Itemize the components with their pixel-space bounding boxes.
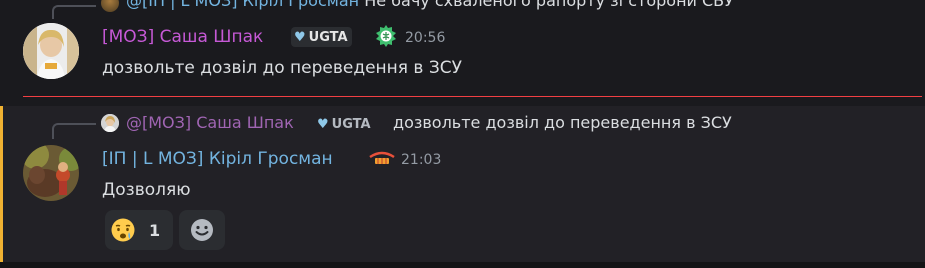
guild-tag-label: UGTA — [308, 29, 348, 45]
reply-connector — [52, 5, 96, 19]
reply-connector — [52, 123, 96, 139]
message-content: дозвольте дозвіл до переведення в ЗСУ — [102, 58, 462, 78]
reply-avatar[interactable] — [101, 114, 119, 132]
role-icon[interactable] — [368, 149, 396, 167]
reply-guild-tag[interactable]: ♥ UGTA — [314, 114, 375, 134]
username[interactable]: [МОЗ] Саша Шпак — [102, 27, 263, 47]
heart-icon: ♥ — [294, 29, 306, 45]
reply-content[interactable]: Не бачу схваленого рапорту зі сторони СБ… — [364, 0, 734, 10]
add-reaction-icon — [191, 219, 213, 241]
heart-icon: ♥ — [317, 116, 329, 132]
reply-author[interactable]: @[МОЗ] Саша Шпак — [126, 113, 294, 132]
avatar[interactable] — [23, 23, 79, 79]
crying-face-icon — [111, 218, 135, 242]
reaction-crying[interactable]: 1 — [105, 210, 173, 250]
avatar-photo — [23, 145, 79, 201]
reaction-count: 1 — [149, 220, 161, 240]
avatar-photo — [23, 23, 79, 79]
username[interactable]: [ІП | L МОЗ] Кіріл Гросман — [102, 149, 333, 169]
reply-guild-tag-label: UGTA — [331, 116, 371, 132]
message-content: Дозволяю — [102, 180, 191, 200]
mention-accent-bar — [0, 106, 3, 268]
reply-avatar[interactable] — [101, 0, 119, 12]
guild-tag[interactable]: ♥ UGTA — [291, 27, 352, 47]
avatar[interactable] — [23, 145, 79, 201]
add-reaction-button[interactable] — [179, 210, 225, 250]
timestamp[interactable]: 21:03 — [401, 152, 441, 168]
role-icon[interactable] — [375, 24, 397, 48]
reply-author[interactable]: @[ІП | L МОЗ] Кіріл Гросман — [126, 0, 359, 10]
reply-content[interactable]: дозвольте дозвіл до переведення в ЗСУ — [393, 113, 732, 132]
new-messages-divider — [23, 96, 922, 97]
timestamp[interactable]: 20:56 — [405, 30, 445, 46]
bottom-edge — [0, 262, 925, 268]
